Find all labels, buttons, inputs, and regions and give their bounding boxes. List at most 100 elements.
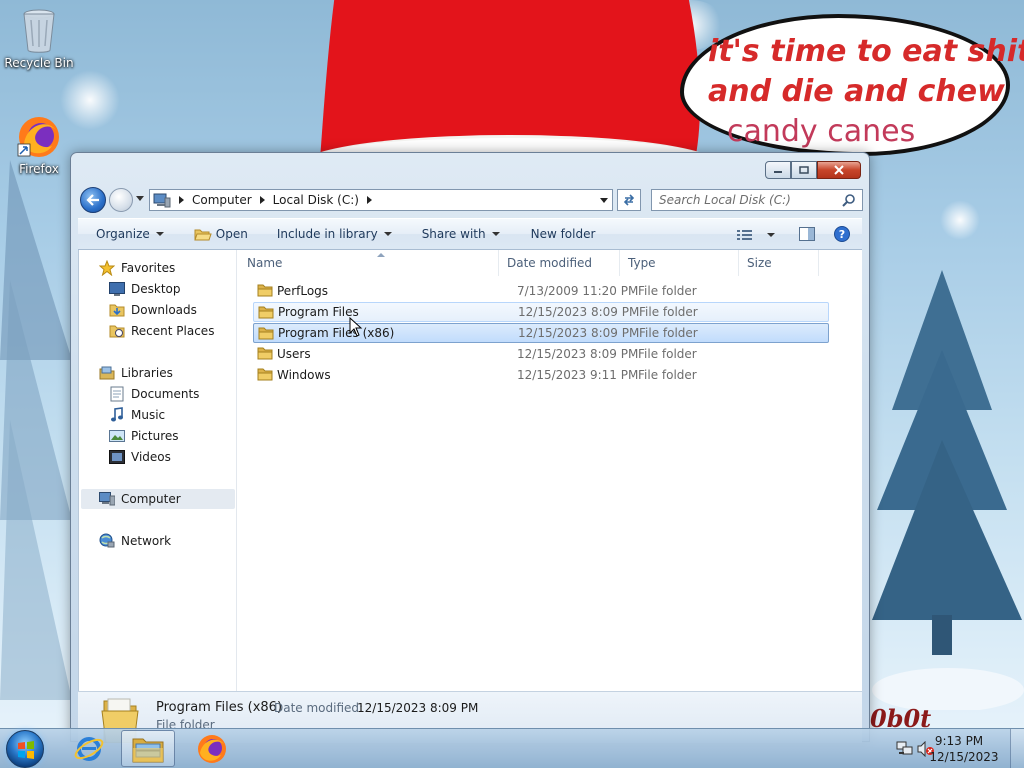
breadcrumb-local-disk[interactable]: Local Disk (C:) [273, 193, 359, 207]
nav-music[interactable]: Music [109, 405, 165, 425]
close-icon [834, 165, 844, 175]
network-icon [99, 533, 115, 549]
nav-videos[interactable]: Videos [109, 447, 171, 467]
desktop-icon-label: Recycle Bin [4, 56, 74, 70]
column-header-name[interactable]: Name [239, 250, 499, 276]
start-button[interactable] [6, 730, 44, 768]
help-button[interactable]: ? [834, 225, 850, 245]
snowy-tree-left [0, 160, 72, 700]
recycle-bin-icon [23, 9, 55, 53]
chevron-down-icon [767, 233, 775, 237]
folder-icon [258, 327, 274, 340]
close-button[interactable] [817, 161, 861, 179]
clock-time[interactable]: 9:13 PM [923, 734, 995, 748]
file-row[interactable]: Program Files 12/15/2023 8:09 PM File fold… [253, 302, 829, 322]
file-type: File folder [639, 305, 698, 319]
search-input[interactable] [652, 190, 832, 210]
navigation-bar: Computer Local Disk (C:) [79, 187, 863, 213]
desktop-icon-firefox[interactable]: Firefox [1, 114, 77, 176]
file-type: File folder [639, 326, 698, 340]
view-controls: ? [737, 219, 862, 251]
search-box[interactable] [651, 189, 863, 211]
desktop-icon-recycle-bin[interactable]: Recycle Bin [1, 8, 77, 70]
nav-network[interactable]: Network [99, 531, 171, 551]
file-row[interactable]: Windows 12/15/2023 9:11 PM File folder [253, 365, 829, 385]
breadcrumb-computer[interactable]: Computer [192, 193, 252, 207]
speech-text-line-1: it's time to eat shit [708, 34, 1024, 69]
nav-computer[interactable]: Computer [99, 489, 181, 509]
forward-button[interactable] [109, 188, 133, 212]
file-name: Program Files (x86) [278, 326, 395, 340]
downloads-folder-icon [109, 302, 125, 318]
preview-pane-button[interactable] [799, 226, 815, 244]
content-area: Favorites Desktop Downloads Recent Place… [78, 250, 862, 691]
internet-explorer-icon [74, 736, 104, 761]
maximize-button[interactable] [791, 161, 817, 179]
speech-text-line-2: and die and chew [708, 74, 1005, 109]
pictures-icon [109, 428, 125, 444]
clock-date[interactable]: 12/15/2023 [924, 750, 1004, 764]
include-in-library-label: Include in library [276, 227, 378, 241]
preview-pane-icon [799, 226, 815, 241]
column-header-date-modified[interactable]: Date modified [499, 250, 620, 276]
taskbar-windows-explorer[interactable] [121, 730, 175, 767]
minimize-button[interactable] [765, 161, 791, 179]
breadcrumb-separator [259, 196, 265, 204]
taskbar-internet-explorer[interactable] [62, 730, 116, 767]
nav-downloads[interactable]: Downloads [109, 300, 197, 320]
share-with-label: Share with [421, 227, 486, 241]
include-in-library-menu[interactable]: Include in library [277, 222, 392, 246]
music-note-icon [109, 407, 125, 423]
folder-icon [257, 368, 273, 381]
refresh-icon [623, 194, 635, 206]
help-icon: ? [834, 225, 850, 242]
nav-label: Favorites [121, 261, 176, 275]
nav-label: Downloads [131, 303, 197, 317]
chevron-down-icon [155, 232, 164, 236]
nav-recent-places[interactable]: Recent Places [109, 321, 214, 341]
open-button[interactable]: Open [194, 222, 248, 246]
column-header-type[interactable]: Type [620, 250, 739, 276]
navigation-pane: Favorites Desktop Downloads Recent Place… [79, 250, 237, 691]
nav-favorites[interactable]: Favorites [99, 258, 175, 278]
maximize-icon [799, 166, 809, 174]
show-desktop-button[interactable] [1010, 729, 1024, 768]
desktop-icon-label: Firefox [19, 162, 59, 176]
network-status-icon[interactable] [896, 741, 914, 757]
nav-pictures[interactable]: Pictures [109, 426, 179, 446]
organize-label: Organize [96, 227, 150, 241]
file-row[interactable]: Program Files (x86) 12/15/2023 8:09 PM Fil… [253, 323, 829, 343]
folder-icon [258, 306, 274, 319]
explorer-window: Computer Local Disk (C:) Organize [70, 152, 870, 743]
column-header-size[interactable]: Size [739, 250, 819, 276]
back-button[interactable] [80, 187, 106, 213]
nav-desktop[interactable]: Desktop [109, 279, 181, 299]
address-bar[interactable]: Computer Local Disk (C:) [149, 189, 613, 211]
file-name: PerfLogs [277, 284, 329, 298]
file-type: File folder [638, 368, 697, 382]
column-name-label: Name [247, 256, 283, 270]
share-with-menu[interactable]: Share with [422, 222, 500, 246]
nav-documents[interactable]: Documents [109, 384, 199, 404]
column-size-label: Size [747, 256, 772, 270]
address-dropdown-arrow[interactable] [600, 198, 608, 203]
open-label: Open [215, 227, 248, 241]
computer-icon [99, 491, 115, 507]
file-row[interactable]: PerfLogs 7/13/2009 11:20 PM File folder [253, 281, 829, 301]
nav-label: Desktop [131, 282, 181, 296]
change-view-button[interactable] [737, 229, 775, 241]
new-folder-button[interactable]: New folder [531, 222, 596, 246]
search-icon[interactable] [842, 193, 856, 207]
organize-menu[interactable]: Organize [96, 222, 164, 246]
nav-libraries[interactable]: Libraries [99, 363, 173, 383]
chevron-down-icon [383, 232, 392, 236]
taskbar-firefox[interactable] [185, 730, 239, 767]
recent-pages-dropdown[interactable] [136, 196, 144, 201]
folder-icon [257, 284, 273, 297]
nav-label: Music [131, 408, 166, 422]
file-name: Program Files [278, 305, 359, 319]
nav-label: Pictures [131, 429, 179, 443]
file-date-modified: 12/15/2023 9:11 PM [517, 368, 639, 382]
file-row[interactable]: Users 12/15/2023 8:09 PM File folder [253, 344, 829, 364]
refresh-button[interactable] [617, 189, 641, 211]
